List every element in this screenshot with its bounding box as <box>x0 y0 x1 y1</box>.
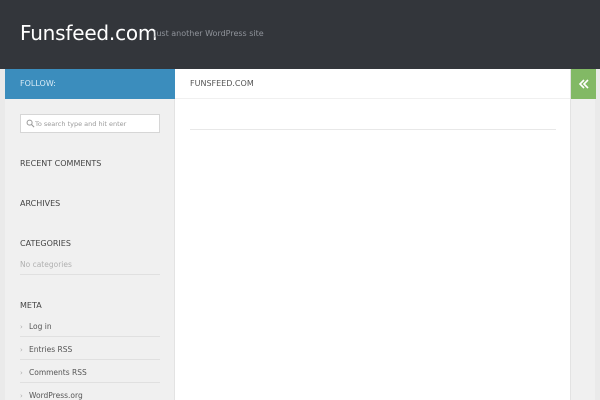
meta-link-entries-rss[interactable]: › Entries RSS <box>20 345 72 354</box>
content-divider <box>190 129 556 130</box>
right-sidebar <box>570 69 596 400</box>
search-input[interactable] <box>35 116 157 131</box>
meta-link-label: Entries RSS <box>29 345 73 354</box>
follow-bar: FOLLOW: <box>5 69 175 99</box>
chevron-right-icon: › <box>20 369 23 377</box>
site-title[interactable]: Funsfeed.com <box>20 21 157 45</box>
chevron-right-icon: › <box>20 323 23 331</box>
breadcrumb-label: FUNSFEED.COM <box>190 79 254 88</box>
breadcrumb: FUNSFEED.COM <box>175 69 570 99</box>
sidebar-expand-button[interactable] <box>571 69 596 99</box>
double-chevron-left-icon <box>578 79 589 89</box>
widget-title-recent-comments: RECENT COMMENTS <box>20 159 102 168</box>
meta-link-wordpress-org[interactable]: › WordPress.org <box>20 391 83 400</box>
widget-title-archives: ARCHIVES <box>20 199 61 208</box>
left-sidebar: FOLLOW: RECENT COMMENTS ARCHIVES CATEGOR… <box>5 69 175 400</box>
chevron-right-icon: › <box>20 346 23 354</box>
divider <box>20 274 160 275</box>
chevron-right-icon: › <box>20 392 23 400</box>
page-wrap: FOLLOW: RECENT COMMENTS ARCHIVES CATEGOR… <box>5 69 596 400</box>
follow-label: FOLLOW: <box>20 79 56 88</box>
meta-link-label: Comments RSS <box>29 368 87 377</box>
meta-link-label: Log in <box>29 322 52 331</box>
divider <box>20 336 160 337</box>
site-description: Just another WordPress site <box>154 29 264 38</box>
site-header: Funsfeed.com Just another WordPress site <box>0 0 600 69</box>
meta-link-log-in[interactable]: › Log in <box>20 322 52 331</box>
search-icon <box>26 119 35 128</box>
meta-link-comments-rss[interactable]: › Comments RSS <box>20 368 87 377</box>
widget-title-categories: CATEGORIES <box>20 239 71 248</box>
meta-link-label: WordPress.org <box>29 391 83 400</box>
divider <box>20 359 160 360</box>
main-content: FUNSFEED.COM <box>175 69 570 400</box>
widget-title-meta: META <box>20 301 42 310</box>
search-box[interactable] <box>20 114 160 133</box>
no-categories-text: No categories <box>20 260 72 269</box>
divider <box>20 382 160 383</box>
